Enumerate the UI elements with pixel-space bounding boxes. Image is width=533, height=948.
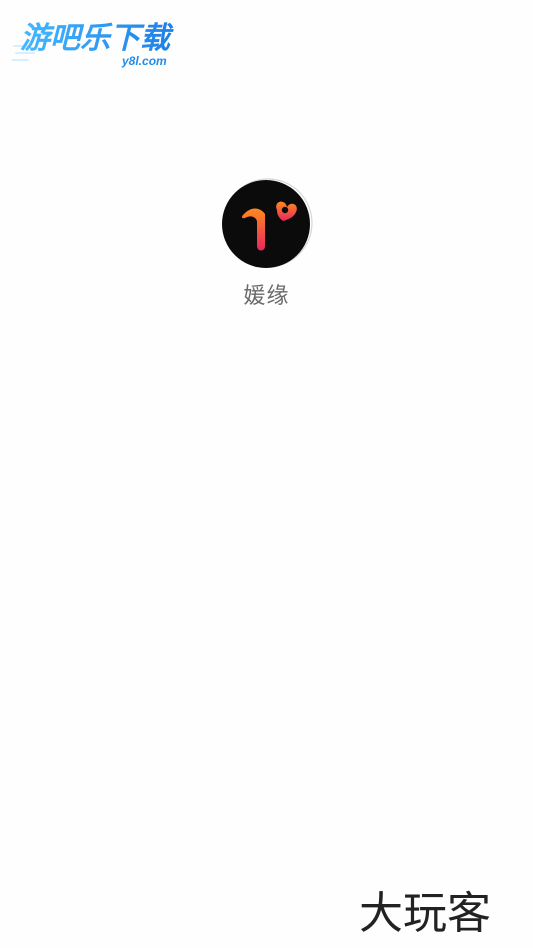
brand-mark-text: 大玩客 — [359, 888, 491, 938]
watermark-logo: 游吧乐下载 y8l.com — [12, 12, 190, 72]
app-icon — [221, 178, 313, 270]
app-name: 媛缘 — [243, 284, 290, 309]
watermark-title: 游吧乐下载 — [20, 22, 174, 55]
brand-mark-logo: 大玩客 — [359, 886, 523, 938]
watermark-domain: y8l.com — [121, 54, 167, 68]
